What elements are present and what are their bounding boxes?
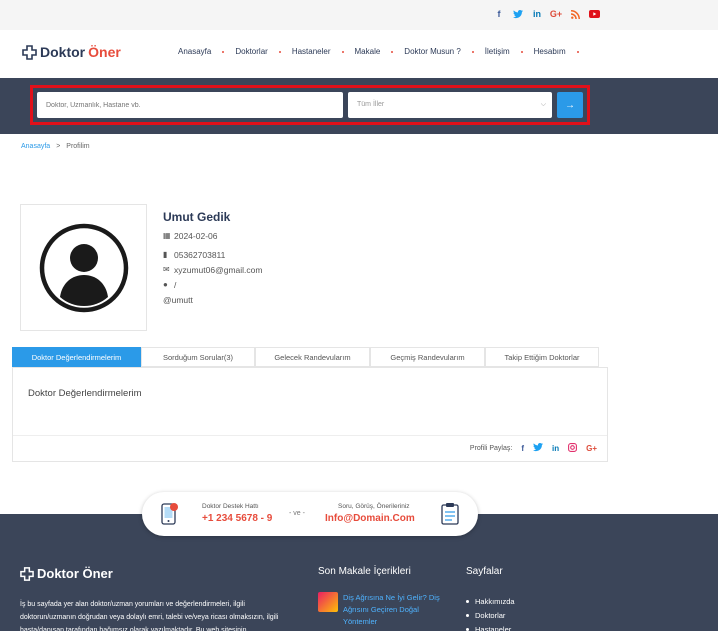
nav-makale[interactable]: Makale [355, 47, 381, 56]
profile-date: 2024-02-06 [174, 230, 218, 241]
nav-hastaneler[interactable]: Hastaneler [292, 47, 331, 56]
nav-separator [576, 50, 579, 53]
city-select-value: Tüm İller [357, 101, 385, 108]
nav-iletisim[interactable]: İletişim [485, 47, 510, 56]
main-header: Doktor Öner Anasayfa Doktorlar Hastanele… [0, 30, 718, 78]
site-logo[interactable]: Doktor Öner [22, 44, 121, 60]
facebook-icon[interactable]: f [493, 8, 505, 20]
logo-text-primary: Doktor [40, 44, 86, 60]
nav-doktor-musun[interactable]: Doktor Musun ? [404, 47, 460, 56]
footer-link-doktorlar[interactable]: Doktorlar [466, 608, 515, 622]
nav-separator [341, 50, 344, 53]
search-input[interactable] [37, 92, 343, 118]
youtube-icon[interactable] [588, 8, 600, 20]
footer-logo-text: Doktor Öner [37, 566, 113, 581]
profile-location: / [174, 279, 177, 290]
instagram-icon[interactable] [568, 443, 578, 454]
search-band: Tüm İller ⌵ → [0, 78, 718, 134]
tab-panel: Doktor Değerlendirmelerim Profili Paylaş… [12, 367, 608, 462]
nav-anasayfa[interactable]: Anasayfa [178, 47, 211, 56]
footer-link-hakkimizda[interactable]: Hakkımızda [466, 594, 515, 608]
top-bar: f in G+ [0, 0, 718, 30]
medical-cross-icon [22, 44, 37, 60]
linkedin-icon[interactable]: in [552, 444, 559, 453]
search-highlight-frame: Tüm İller ⌵ → [30, 85, 590, 125]
avatar [20, 204, 147, 331]
breadcrumb-separator: > [56, 143, 61, 150]
mobile-phone-icon: ▮ [163, 250, 168, 259]
panel-title: Doktor Değerlendirmelerim [28, 388, 142, 399]
profile-name: Umut Gedik [163, 210, 231, 224]
footer-pages-title: Sayfalar [466, 566, 503, 577]
contact-pill: Doktor Destek Hattı +1 234 5678 - 9 - ve… [142, 492, 478, 536]
nav-hesabim[interactable]: Hesabım [534, 47, 566, 56]
contact-separator: - ve - [289, 510, 305, 517]
profile-location-row: ● / [163, 277, 262, 292]
article-thumbnail [318, 592, 338, 612]
nav-separator [520, 50, 523, 53]
article-link[interactable]: Diş Ağrısına Ne İyi Gelir? Diş Ağrısını … [343, 592, 453, 628]
city-select[interactable]: Tüm İller ⌵ [348, 92, 552, 118]
search-submit-button[interactable]: → [557, 92, 583, 118]
profile-email: xyzumut06@gmail.com [174, 264, 263, 275]
feedback-label: Soru, Görüş, Önerileriniz [338, 503, 410, 510]
divider [13, 435, 607, 436]
facebook-icon[interactable]: f [521, 444, 524, 453]
google-plus-icon[interactable]: G+ [586, 444, 597, 453]
footer-article-item[interactable]: Diş Ağrısına Ne İyi Gelir? Diş Ağrısını … [318, 592, 453, 628]
hotline-phone[interactable]: +1 234 5678 - 9 [202, 513, 272, 524]
profile-username: @umutt [163, 294, 193, 305]
share-bar: Profili Paylaş: f in G+ [470, 443, 597, 454]
nav-separator [278, 50, 281, 53]
profile-phone-row: ▮ 05362703811 [163, 247, 262, 262]
share-label: Profili Paylaş: [469, 445, 513, 452]
tab-gelecek-randevularim[interactable]: Gelecek Randevularım [255, 347, 370, 367]
profile-phone: 05362703811 [174, 249, 226, 260]
profile-username-row: @umutt [163, 292, 262, 307]
phone-support-icon [161, 503, 178, 525]
tab-gecmis-randevularim[interactable]: Geçmiş Randevularım [370, 347, 485, 367]
footer-articles-title: Son Makale İçerikleri [318, 566, 411, 577]
breadcrumb-current: Profilim [66, 143, 90, 150]
medical-cross-icon [20, 566, 34, 581]
main-nav: Anasayfa Doktorlar Hastaneler Makale Dok… [178, 47, 590, 56]
footer-pages-list: Hakkımızda Doktorlar Hastaneler [466, 594, 515, 636]
chevron-down-icon: ⌵ [540, 101, 546, 108]
calendar-icon: ▦ [163, 231, 171, 240]
user-avatar-icon [39, 223, 128, 312]
profile-date-row: ▦ 2024-02-06 [163, 228, 262, 243]
footer-link-hastaneler[interactable]: Hastaneler [466, 622, 515, 636]
twitter-icon[interactable] [532, 443, 543, 454]
arrow-right-icon: → [565, 99, 575, 111]
rss-icon[interactable] [569, 8, 581, 20]
profile-info: Umut Gedik ▦ 2024-02-06 ▮ 05362703811 ✉ … [163, 210, 262, 307]
footer-logo[interactable]: Doktor Öner [20, 566, 113, 581]
profile-tabs: Doktor Değerlendirmelerim Sorduğum Sorul… [12, 347, 599, 367]
nav-doktorlar[interactable]: Doktorlar [235, 47, 267, 56]
tab-doktor-degerlendirmelerim[interactable]: Doktor Değerlendirmelerim [12, 347, 141, 367]
nav-separator [391, 50, 394, 53]
hotline-label: Doktor Destek Hattı [202, 503, 259, 510]
feedback-email[interactable]: Info@Domain.Com [325, 513, 415, 524]
map-marker-icon: ● [163, 280, 168, 289]
twitter-icon[interactable] [512, 8, 524, 20]
footer-about-text: İş bu sayfada yer alan doktor/uzman yoru… [20, 601, 279, 634]
linkedin-icon[interactable]: in [531, 8, 543, 20]
tab-takip-ettigim-doktorlar[interactable]: Takip Ettiğim Doktorlar [485, 347, 599, 367]
tab-sordugum-sorular[interactable]: Sorduğum Sorular(3) [141, 347, 255, 367]
nav-separator [222, 50, 225, 53]
profile-email-row: ✉ xyzumut06@gmail.com [163, 262, 262, 277]
social-links: f in G+ [493, 8, 600, 20]
logo-text-accent: Öner [88, 44, 121, 60]
breadcrumb-home[interactable]: Anasayfa [21, 143, 50, 150]
google-plus-icon[interactable]: G+ [550, 8, 562, 20]
clipboard-icon [441, 503, 459, 525]
breadcrumb: Anasayfa > Profilim [21, 143, 90, 150]
nav-separator [471, 50, 474, 53]
envelope-icon: ✉ [163, 265, 170, 274]
